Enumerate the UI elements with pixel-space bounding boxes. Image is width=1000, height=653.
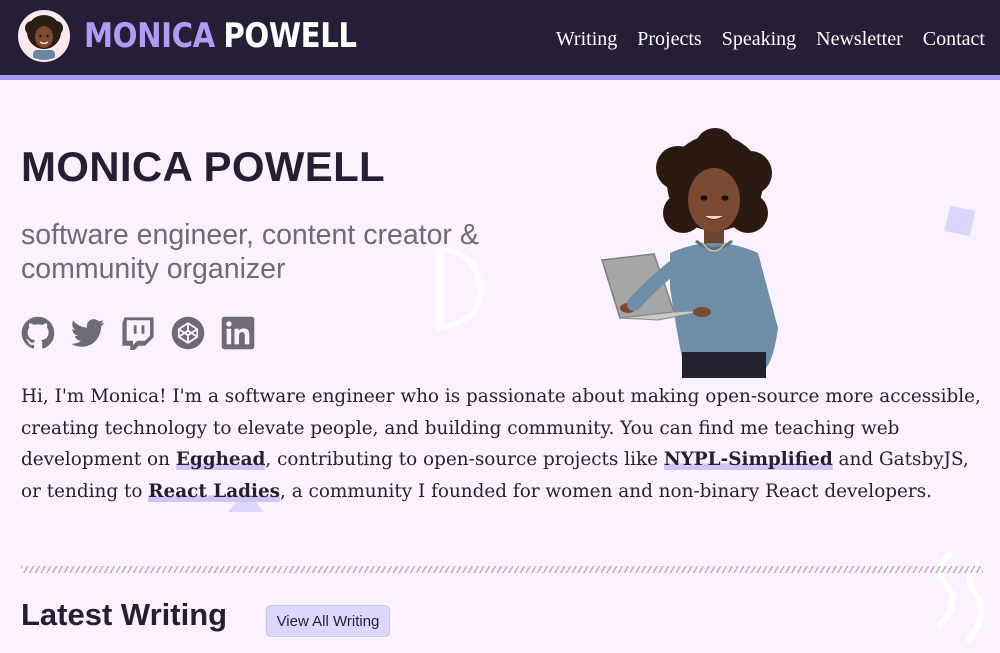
- egghead-link[interactable]: Egghead: [175, 449, 266, 470]
- brand-last-name: POWELL: [223, 16, 357, 56]
- social-links: [21, 316, 271, 350]
- github-link[interactable]: [21, 316, 55, 350]
- view-all-writing-button[interactable]: View All Writing: [266, 605, 390, 637]
- hero-subtitle: software engineer, content creator & com…: [21, 219, 479, 285]
- twitch-icon: [122, 317, 154, 350]
- codepen-link[interactable]: [171, 316, 205, 350]
- site-header: MONICA POWELL Writing Projects Speaking N…: [0, 0, 1000, 80]
- page-title: MONICA POWELL: [21, 143, 385, 190]
- brand-name: MONICA POWELL: [84, 16, 357, 56]
- twitter-icon: [71, 319, 105, 347]
- bio-text: , contributing to open-source projects l…: [265, 449, 664, 470]
- github-icon: [21, 316, 55, 349]
- nav-link-projects[interactable]: Projects: [637, 28, 701, 51]
- twitch-link[interactable]: [121, 316, 155, 350]
- decorative-square: [944, 205, 976, 237]
- nypl-simplified-link[interactable]: NYPL-Simplified: [663, 449, 833, 470]
- brand-first-name: MONICA: [84, 16, 215, 56]
- main-nav: Writing Projects Speaking Newsletter Con…: [536, 28, 985, 51]
- nav-link-speaking[interactable]: Speaking: [722, 28, 796, 51]
- section-divider: [21, 566, 983, 573]
- twitter-link[interactable]: [71, 316, 105, 350]
- codepen-icon: [171, 316, 205, 350]
- decorative-squiggle: [936, 551, 985, 643]
- hero-illustration: [601, 128, 778, 378]
- nav-link-newsletter[interactable]: Newsletter: [816, 28, 903, 51]
- bio-paragraph: Hi, I'm Monica! I'm a software engineer …: [21, 381, 981, 507]
- bio-text: , a community I founded for women and no…: [280, 480, 932, 502]
- nav-link-contact[interactable]: Contact: [923, 28, 985, 51]
- linkedin-link[interactable]: [221, 316, 255, 350]
- nav-link-writing[interactable]: Writing: [556, 28, 617, 51]
- linkedin-icon: [221, 316, 255, 350]
- latest-writing-title: Latest Writing: [21, 597, 228, 632]
- avatar: [18, 10, 70, 62]
- brand-home-link[interactable]: MONICA POWELL: [18, 10, 401, 62]
- react-ladies-link[interactable]: React Ladies: [148, 480, 281, 502]
